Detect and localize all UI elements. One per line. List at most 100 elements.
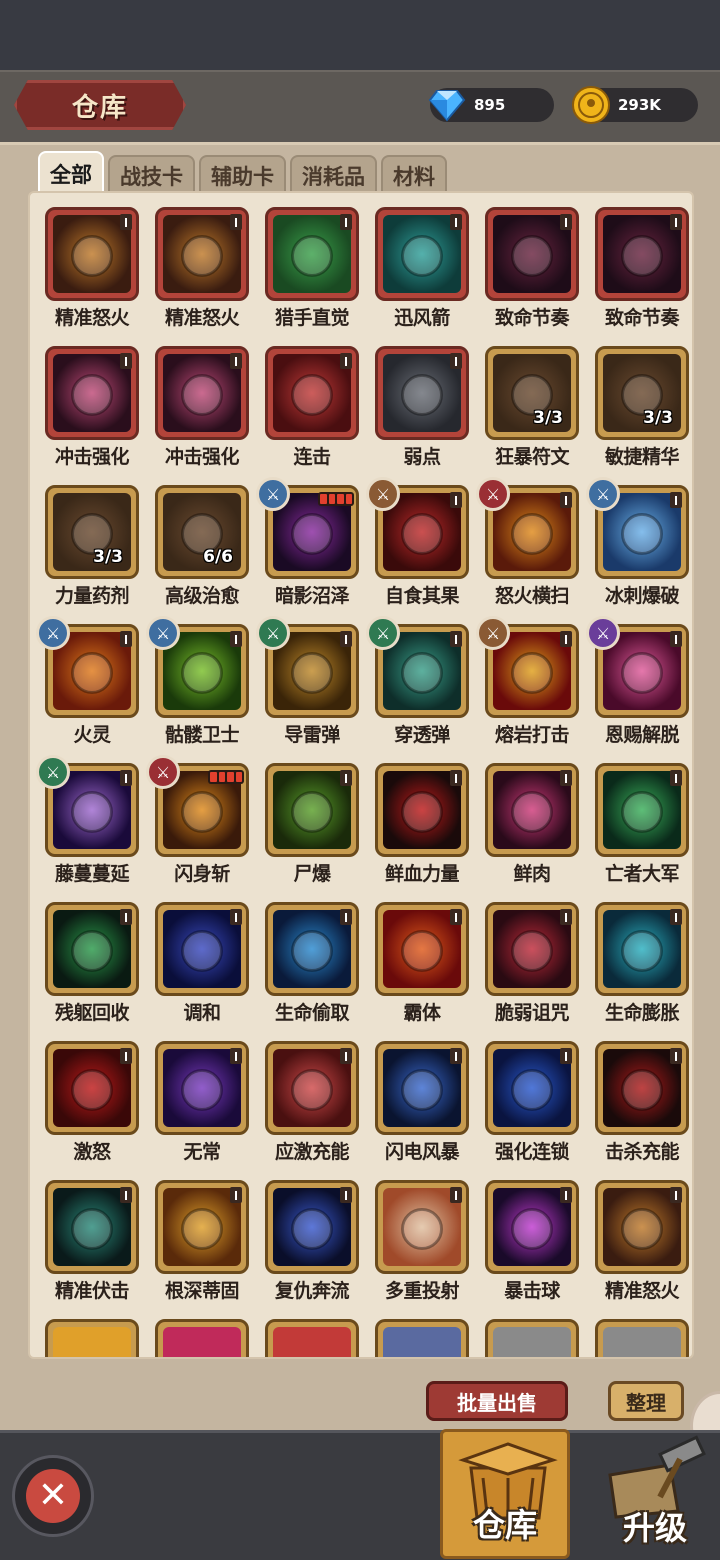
inventory-item[interactable]: 迅风箭 [364, 207, 474, 329]
inventory-item[interactable]: 弱点 [364, 346, 474, 468]
inventory-item[interactable]: 亡者大军 [584, 763, 692, 885]
item-card[interactable]: 3/3 [485, 346, 579, 440]
item-grid-scroll[interactable]: 精准怒火 精准怒火 猎手直觉 迅风箭 致命节奏 致命节奏 冲击强化 冲击强化 连击 弱点 3/3 狂暴… [28, 191, 694, 1359]
item-card[interactable] [485, 763, 579, 857]
inventory-item[interactable]: 精准怒火 [144, 207, 254, 329]
tab-support-cards[interactable]: 辅助卡 [199, 155, 286, 195]
inventory-item[interactable]: 精准伏击 [34, 1180, 144, 1302]
item-card[interactable] [485, 1319, 579, 1357]
item-card[interactable] [595, 1041, 689, 1135]
inventory-item[interactable]: 击杀充能 [584, 1041, 692, 1163]
bulk-sell-button[interactable]: 批量出售 [426, 1381, 568, 1421]
inventory-item[interactable]: ⚔ 自食其果 [364, 477, 474, 607]
inventory-item[interactable]: 3/3 狂暴符文 [474, 346, 584, 468]
inventory-item[interactable]: 残躯回收 [34, 902, 144, 1024]
inventory-item[interactable]: ⚔ 闪身斩 [144, 755, 254, 885]
tab-all[interactable]: 全部 [38, 151, 104, 195]
item-card[interactable] [265, 1041, 359, 1135]
inventory-item[interactable]: 精准怒火 [584, 1180, 692, 1302]
item-card[interactable] [595, 1319, 689, 1357]
close-button[interactable]: ✕ [12, 1455, 94, 1537]
inventory-item[interactable]: 鲜肉 [474, 763, 584, 885]
inventory-item[interactable]: ⚔ 骷髅卫士 [144, 616, 254, 746]
inventory-item[interactable]: ⚔ 恩赐解脱 [584, 616, 692, 746]
item-card[interactable] [155, 1319, 249, 1357]
inventory-item[interactable]: 生命膨胀 [584, 902, 692, 1024]
item-card[interactable] [375, 1180, 469, 1274]
inventory-item[interactable]: ⚔ 藤蔓蔓延 [34, 755, 144, 885]
inventory-item[interactable]: 调和 [144, 902, 254, 1024]
item-card[interactable] [45, 346, 139, 440]
item-card[interactable] [595, 207, 689, 301]
inventory-item[interactable]: 3/3 力量药剂 [34, 485, 144, 607]
inventory-item[interactable]: ⚔ 冰刺爆破 [584, 477, 692, 607]
inventory-item-partial[interactable] [144, 1319, 254, 1357]
inventory-item[interactable]: 应激充能 [254, 1041, 364, 1163]
inventory-item[interactable]: 6/6 高级治愈 [144, 485, 254, 607]
inventory-item[interactable]: 致命节奏 [474, 207, 584, 329]
inventory-item[interactable]: 霸体 [364, 902, 474, 1024]
inventory-item[interactable]: ⚔ 穿透弹 [364, 616, 474, 746]
inventory-item[interactable]: 脆弱诅咒 [474, 902, 584, 1024]
item-card[interactable] [485, 207, 579, 301]
item-card[interactable] [375, 902, 469, 996]
inventory-item[interactable]: ⚔ 怒火横扫 [474, 477, 584, 607]
nav-upgrade[interactable]: 升级 [590, 1429, 720, 1559]
inventory-item[interactable]: 激怒 [34, 1041, 144, 1163]
inventory-item[interactable]: ⚔ 导雷弹 [254, 616, 364, 746]
item-card[interactable] [155, 207, 249, 301]
inventory-item[interactable]: 根深蒂固 [144, 1180, 254, 1302]
inventory-item[interactable]: 暴击球 [474, 1180, 584, 1302]
inventory-item[interactable]: 猎手直觉 [254, 207, 364, 329]
item-card[interactable] [155, 1041, 249, 1135]
item-card[interactable] [155, 1180, 249, 1274]
inventory-item-partial[interactable] [34, 1319, 144, 1357]
gold-counter[interactable]: 293K [572, 86, 698, 124]
item-card[interactable] [45, 1319, 139, 1357]
inventory-item[interactable]: 3/3 敏捷精华 [584, 346, 692, 468]
item-card[interactable] [45, 1180, 139, 1274]
item-card[interactable] [375, 346, 469, 440]
item-card[interactable] [45, 207, 139, 301]
inventory-item[interactable]: 复仇奔流 [254, 1180, 364, 1302]
item-card[interactable] [45, 902, 139, 996]
tab-skill-cards[interactable]: 战技卡 [108, 155, 195, 195]
item-card[interactable] [155, 346, 249, 440]
tab-consumables[interactable]: 消耗品 [290, 155, 377, 195]
inventory-item[interactable]: 强化连锁 [474, 1041, 584, 1163]
sort-button[interactable]: 整理 [608, 1381, 684, 1421]
item-card[interactable] [265, 207, 359, 301]
inventory-item[interactable]: 精准怒火 [34, 207, 144, 329]
inventory-item[interactable]: 鲜血力量 [364, 763, 474, 885]
item-card[interactable] [265, 763, 359, 857]
item-card[interactable] [485, 1180, 579, 1274]
inventory-item[interactable]: ⚔ 火灵 [34, 616, 144, 746]
inventory-item[interactable]: 尸爆 [254, 763, 364, 885]
item-card[interactable] [265, 902, 359, 996]
inventory-item-partial[interactable] [584, 1319, 692, 1357]
item-card[interactable] [595, 902, 689, 996]
inventory-item[interactable]: 无常 [144, 1041, 254, 1163]
item-card[interactable] [595, 763, 689, 857]
item-card[interactable] [155, 902, 249, 996]
nav-warehouse[interactable]: 仓库 [440, 1429, 570, 1559]
item-card[interactable]: 3/3 [595, 346, 689, 440]
inventory-item-partial[interactable] [474, 1319, 584, 1357]
item-card[interactable] [375, 207, 469, 301]
item-card[interactable] [375, 763, 469, 857]
inventory-item[interactable]: ⚔ 熔岩打击 [474, 616, 584, 746]
inventory-item[interactable]: ⚔ 暗影沼泽 [254, 477, 364, 607]
item-card[interactable]: 3/3 [45, 485, 139, 579]
item-card[interactable]: 6/6 [155, 485, 249, 579]
inventory-item[interactable]: 闪电风暴 [364, 1041, 474, 1163]
inventory-item[interactable]: 冲击强化 [144, 346, 254, 468]
gem-counter[interactable]: 895 [428, 88, 554, 122]
inventory-item-partial[interactable] [254, 1319, 364, 1357]
item-card[interactable] [595, 1180, 689, 1274]
item-card[interactable] [485, 902, 579, 996]
inventory-item[interactable]: 致命节奏 [584, 207, 692, 329]
item-card[interactable] [375, 1041, 469, 1135]
item-card[interactable] [265, 1319, 359, 1357]
inventory-item-partial[interactable] [364, 1319, 474, 1357]
inventory-item[interactable]: 连击 [254, 346, 364, 468]
